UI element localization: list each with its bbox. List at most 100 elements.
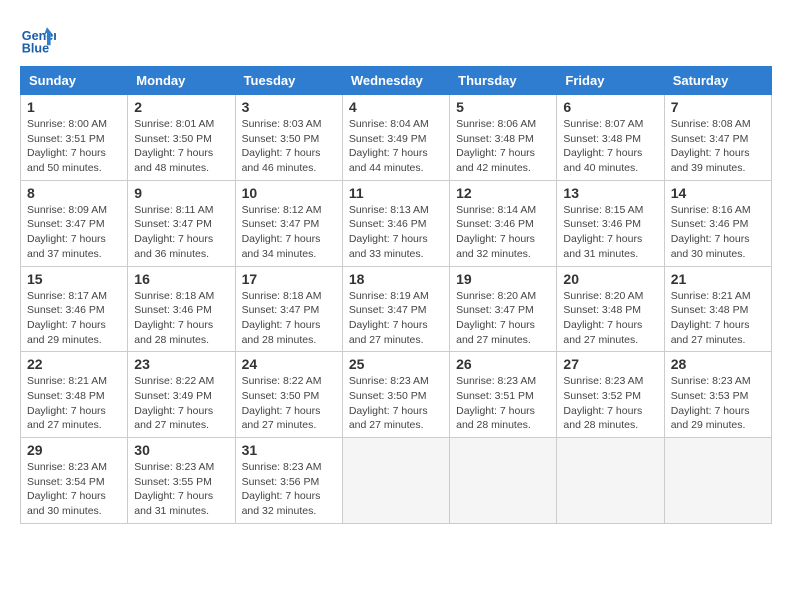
calendar-cell [664, 438, 771, 524]
calendar-table: SundayMondayTuesdayWednesdayThursdayFrid… [20, 66, 772, 524]
day-info: Sunrise: 8:09 AMSunset: 3:47 PMDaylight:… [27, 203, 121, 262]
header-tuesday: Tuesday [235, 67, 342, 95]
day-number: 11 [349, 185, 443, 201]
day-number: 28 [671, 356, 765, 372]
calendar-cell: 20 Sunrise: 8:20 AMSunset: 3:48 PMDayligh… [557, 266, 664, 352]
day-number: 19 [456, 271, 550, 287]
calendar-cell: 11 Sunrise: 8:13 AMSunset: 3:46 PMDayligh… [342, 180, 449, 266]
day-number: 15 [27, 271, 121, 287]
calendar-cell: 1 Sunrise: 8:00 AMSunset: 3:51 PMDaylight… [21, 95, 128, 181]
calendar-cell: 24 Sunrise: 8:22 AMSunset: 3:50 PMDayligh… [235, 352, 342, 438]
day-number: 24 [242, 356, 336, 372]
day-number: 20 [563, 271, 657, 287]
day-number: 13 [563, 185, 657, 201]
day-number: 1 [27, 99, 121, 115]
calendar-cell: 4 Sunrise: 8:04 AMSunset: 3:49 PMDaylight… [342, 95, 449, 181]
day-number: 12 [456, 185, 550, 201]
day-info: Sunrise: 8:22 AMSunset: 3:49 PMDaylight:… [134, 374, 228, 433]
calendar-cell: 17 Sunrise: 8:18 AMSunset: 3:47 PMDayligh… [235, 266, 342, 352]
calendar-cell: 9 Sunrise: 8:11 AMSunset: 3:47 PMDaylight… [128, 180, 235, 266]
day-number: 25 [349, 356, 443, 372]
day-info: Sunrise: 8:23 AMSunset: 3:52 PMDaylight:… [563, 374, 657, 433]
day-info: Sunrise: 8:19 AMSunset: 3:47 PMDaylight:… [349, 289, 443, 348]
calendar-cell: 14 Sunrise: 8:16 AMSunset: 3:46 PMDayligh… [664, 180, 771, 266]
day-number: 5 [456, 99, 550, 115]
calendar-cell: 23 Sunrise: 8:22 AMSunset: 3:49 PMDayligh… [128, 352, 235, 438]
day-info: Sunrise: 8:11 AMSunset: 3:47 PMDaylight:… [134, 203, 228, 262]
header-sunday: Sunday [21, 67, 128, 95]
day-number: 9 [134, 185, 228, 201]
day-info: Sunrise: 8:23 AMSunset: 3:55 PMDaylight:… [134, 460, 228, 519]
day-info: Sunrise: 8:12 AMSunset: 3:47 PMDaylight:… [242, 203, 336, 262]
calendar-cell: 31 Sunrise: 8:23 AMSunset: 3:56 PMDayligh… [235, 438, 342, 524]
calendar-cell: 18 Sunrise: 8:19 AMSunset: 3:47 PMDayligh… [342, 266, 449, 352]
calendar-cell: 2Sunrise: 8:01 AMSunset: 3:50 PMDaylight… [128, 95, 235, 181]
page-header: General Blue [20, 20, 772, 56]
calendar-cell: 29Sunrise: 8:23 AMSunset: 3:54 PMDayligh… [21, 438, 128, 524]
day-number: 10 [242, 185, 336, 201]
calendar-cell: 5 Sunrise: 8:06 AMSunset: 3:48 PMDaylight… [450, 95, 557, 181]
header-wednesday: Wednesday [342, 67, 449, 95]
day-number: 26 [456, 356, 550, 372]
day-info: Sunrise: 8:23 AMSunset: 3:53 PMDaylight:… [671, 374, 765, 433]
header-friday: Friday [557, 67, 664, 95]
day-number: 27 [563, 356, 657, 372]
day-info: Sunrise: 8:18 AMSunset: 3:46 PMDaylight:… [134, 289, 228, 348]
day-number: 18 [349, 271, 443, 287]
calendar-header-row: SundayMondayTuesdayWednesdayThursdayFrid… [21, 67, 772, 95]
day-number: 22 [27, 356, 121, 372]
calendar-cell: 8Sunrise: 8:09 AMSunset: 3:47 PMDaylight… [21, 180, 128, 266]
calendar-cell: 25 Sunrise: 8:23 AMSunset: 3:50 PMDayligh… [342, 352, 449, 438]
day-number: 16 [134, 271, 228, 287]
calendar-cell [557, 438, 664, 524]
day-number: 14 [671, 185, 765, 201]
calendar-cell: 26 Sunrise: 8:23 AMSunset: 3:51 PMDayligh… [450, 352, 557, 438]
day-number: 31 [242, 442, 336, 458]
logo: General Blue [20, 20, 60, 56]
day-info: Sunrise: 8:21 AMSunset: 3:48 PMDaylight:… [27, 374, 121, 433]
calendar-cell: 3 Sunrise: 8:03 AMSunset: 3:50 PMDaylight… [235, 95, 342, 181]
day-number: 29 [27, 442, 121, 458]
calendar-cell: 15 Sunrise: 8:17 AMSunset: 3:46 PMDayligh… [21, 266, 128, 352]
calendar-cell: 30 Sunrise: 8:23 AMSunset: 3:55 PMDayligh… [128, 438, 235, 524]
calendar-week-5: 29Sunrise: 8:23 AMSunset: 3:54 PMDayligh… [21, 438, 772, 524]
calendar-cell: 22 Sunrise: 8:21 AMSunset: 3:48 PMDayligh… [21, 352, 128, 438]
calendar-cell [450, 438, 557, 524]
day-info: Sunrise: 8:04 AMSunset: 3:49 PMDaylight:… [349, 117, 443, 176]
header-saturday: Saturday [664, 67, 771, 95]
day-info: Sunrise: 8:03 AMSunset: 3:50 PMDaylight:… [242, 117, 336, 176]
day-number: 23 [134, 356, 228, 372]
day-info: Sunrise: 8:23 AMSunset: 3:56 PMDaylight:… [242, 460, 336, 519]
day-info: Sunrise: 8:23 AMSunset: 3:50 PMDaylight:… [349, 374, 443, 433]
day-number: 3 [242, 99, 336, 115]
calendar-cell: 16 Sunrise: 8:18 AMSunset: 3:46 PMDayligh… [128, 266, 235, 352]
calendar-cell: 27 Sunrise: 8:23 AMSunset: 3:52 PMDayligh… [557, 352, 664, 438]
day-info: Sunrise: 8:16 AMSunset: 3:46 PMDaylight:… [671, 203, 765, 262]
calendar-week-1: 1 Sunrise: 8:00 AMSunset: 3:51 PMDaylight… [21, 95, 772, 181]
day-info: Sunrise: 8:06 AMSunset: 3:48 PMDaylight:… [456, 117, 550, 176]
day-number: 17 [242, 271, 336, 287]
day-info: Sunrise: 8:22 AMSunset: 3:50 PMDaylight:… [242, 374, 336, 433]
calendar-week-2: 8Sunrise: 8:09 AMSunset: 3:47 PMDaylight… [21, 180, 772, 266]
calendar-week-3: 15 Sunrise: 8:17 AMSunset: 3:46 PMDayligh… [21, 266, 772, 352]
day-number: 21 [671, 271, 765, 287]
day-info: Sunrise: 8:20 AMSunset: 3:48 PMDaylight:… [563, 289, 657, 348]
logo-icon: General Blue [20, 20, 56, 56]
day-info: Sunrise: 8:18 AMSunset: 3:47 PMDaylight:… [242, 289, 336, 348]
day-info: Sunrise: 8:00 AMSunset: 3:51 PMDaylight:… [27, 117, 121, 176]
day-info: Sunrise: 8:07 AMSunset: 3:48 PMDaylight:… [563, 117, 657, 176]
day-info: Sunrise: 8:23 AMSunset: 3:51 PMDaylight:… [456, 374, 550, 433]
calendar-cell: 6 Sunrise: 8:07 AMSunset: 3:48 PMDaylight… [557, 95, 664, 181]
calendar-cell: 19Sunrise: 8:20 AMSunset: 3:47 PMDayligh… [450, 266, 557, 352]
day-info: Sunrise: 8:17 AMSunset: 3:46 PMDaylight:… [27, 289, 121, 348]
svg-text:Blue: Blue [22, 41, 49, 55]
day-number: 4 [349, 99, 443, 115]
day-number: 7 [671, 99, 765, 115]
calendar-cell: 21Sunrise: 8:21 AMSunset: 3:48 PMDayligh… [664, 266, 771, 352]
day-info: Sunrise: 8:13 AMSunset: 3:46 PMDaylight:… [349, 203, 443, 262]
day-number: 30 [134, 442, 228, 458]
day-info: Sunrise: 8:01 AMSunset: 3:50 PMDaylight:… [134, 117, 228, 176]
day-number: 6 [563, 99, 657, 115]
calendar-cell [342, 438, 449, 524]
calendar-cell: 10 Sunrise: 8:12 AMSunset: 3:47 PMDayligh… [235, 180, 342, 266]
